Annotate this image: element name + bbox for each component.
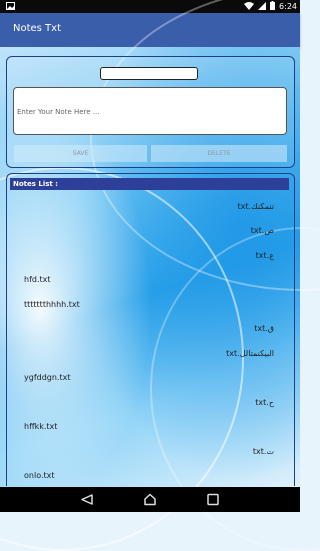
list-item-label: ت.txt <box>252 446 274 456</box>
list-item[interactable]: ygfddgn.txt <box>10 366 289 391</box>
navigation-bar <box>0 487 300 512</box>
note-input-box <box>13 87 287 135</box>
list-item[interactable]: ع.txt <box>10 243 289 268</box>
photo-icon <box>6 2 15 12</box>
list-item[interactable]: ت.txt <box>10 439 289 464</box>
note-name-field[interactable] <box>100 67 198 80</box>
list-item-label: تنمكنك.txt <box>237 201 274 211</box>
back-icon[interactable] <box>79 492 95 507</box>
list-item[interactable]: onlo.txt <box>10 464 289 487</box>
notes-list[interactable]: تنمكنك.txt ص.txt ع.txt hfd.txt ttttttthhhh.t… <box>10 194 289 486</box>
list-item-label: ygfddgn.txt <box>24 373 71 383</box>
list-item[interactable]: ح.txt <box>10 390 289 415</box>
list-item[interactable]: ttttttthhhh.txt <box>10 292 289 317</box>
home-icon[interactable] <box>142 492 158 507</box>
list-item[interactable]: ق.txt <box>10 317 289 342</box>
app-title: Notes Txt <box>13 23 62 34</box>
list-item[interactable]: البيكنمتالل.txt <box>10 341 289 366</box>
list-item[interactable]: تنمكنك.txt <box>10 194 289 219</box>
list-item-label: ح.txt <box>255 397 274 407</box>
list-item[interactable]: hffkk.txt <box>10 415 289 440</box>
list-item[interactable]: ص.txt <box>10 219 289 244</box>
list-item-label: hfd.txt <box>24 275 51 285</box>
list-item-label: ص.txt <box>250 226 274 236</box>
list-item-label: ق.txt <box>254 324 274 334</box>
delete-button[interactable]: DELETE <box>151 145 287 162</box>
list-item[interactable]: hfd.txt <box>10 268 289 293</box>
notes-list-header: Notes List : <box>10 178 289 190</box>
recents-icon[interactable] <box>205 492 221 507</box>
list-item-label: hffkk.txt <box>24 422 58 432</box>
note-input[interactable] <box>14 88 286 134</box>
list-item-label: ttttttthhhh.txt <box>24 299 80 309</box>
list-item-label: البيكنمتالل.txt <box>226 348 274 358</box>
save-button[interactable]: SAVE <box>14 145 147 162</box>
list-item-label: onlo.txt <box>24 471 55 481</box>
list-item-label: ع.txt <box>255 250 274 260</box>
